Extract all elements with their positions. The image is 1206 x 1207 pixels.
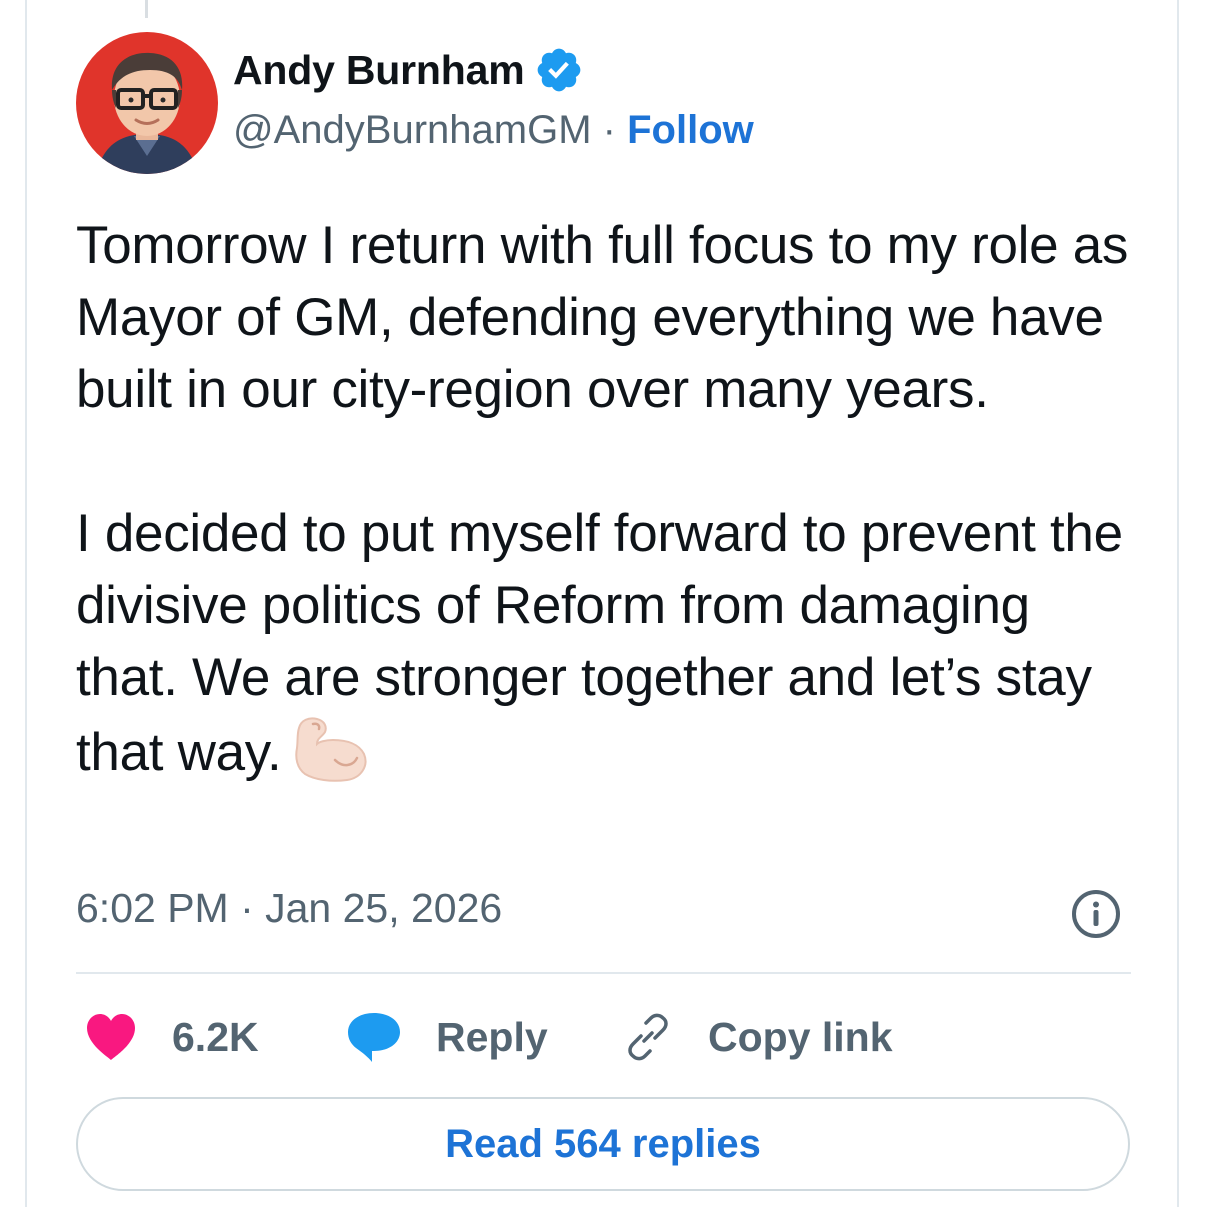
read-replies-button[interactable]: Read 564 replies <box>76 1097 1130 1191</box>
copy-link-button[interactable]: Copy link <box>620 1005 893 1069</box>
copy-link-label: Copy link <box>708 1013 893 1060</box>
author-name-row: Andy Burnham <box>233 44 584 96</box>
flexed-biceps-icon <box>295 717 367 782</box>
link-icon <box>628 1013 668 1061</box>
tweet-paragraph-1: Tomorrow I return with full focus to my … <box>76 216 1129 419</box>
avatar-illustration <box>76 32 218 174</box>
tweet-body: Tomorrow I return with full focus to my … <box>76 210 1136 789</box>
like-button[interactable]: 6.2K <box>84 1005 259 1069</box>
reply-button[interactable]: Reply <box>346 1005 548 1069</box>
author-handle[interactable]: @AndyBurnhamGM <box>233 108 592 152</box>
speech-bubble-icon <box>348 1013 400 1062</box>
follow-button[interactable]: Follow <box>627 108 754 152</box>
tweet-paragraph-2: I decided to put myself forward to preve… <box>76 498 1136 789</box>
author-display-name[interactable]: Andy Burnham <box>233 47 525 94</box>
verified-badge-icon <box>538 48 581 92</box>
info-icon[interactable] <box>1068 886 1124 942</box>
divider <box>76 972 1131 974</box>
thread-connector <box>145 0 148 18</box>
heart-icon <box>87 1014 135 1060</box>
action-bar: 6.2K Reply Copy link <box>84 1005 1124 1069</box>
separator-dot: · <box>602 108 616 152</box>
tweet-timestamp[interactable]: 6:02 PM · Jan 25, 2026 <box>76 885 502 932</box>
like-count: 6.2K <box>172 1013 259 1060</box>
tweet-paragraph-2-text: I decided to put myself forward to preve… <box>76 504 1123 782</box>
avatar[interactable] <box>76 32 218 174</box>
author-handle-row: @AndyBurnhamGM · Follow <box>233 108 754 153</box>
reply-label: Reply <box>436 1013 548 1060</box>
